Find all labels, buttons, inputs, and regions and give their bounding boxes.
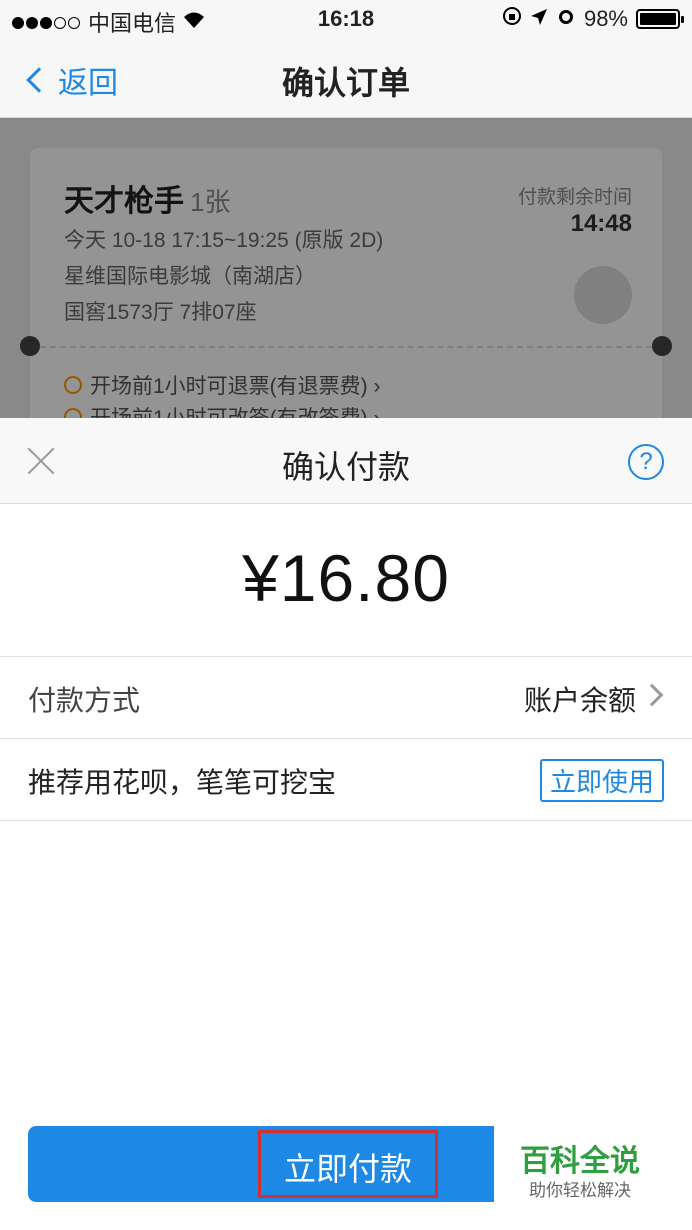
payment-amount: ¥16.80 xyxy=(242,541,450,615)
row-divider xyxy=(0,820,692,821)
pay-now-label: 立即付款 xyxy=(283,1151,412,1187)
battery-icon xyxy=(636,9,684,29)
use-now-button[interactable]: 立即使用 xyxy=(539,759,664,802)
location-arrow-icon xyxy=(530,6,548,32)
battery-percent: 98% xyxy=(583,6,628,31)
status-right: 98% xyxy=(502,6,684,32)
payment-method-label: 付款方式 xyxy=(28,685,141,716)
sheet-header: 确认付款 ? xyxy=(0,418,692,504)
payment-sheet: 确认付款 ? ¥16.80 付款方式 账户余额 推荐用花呗，笔笔可挖宝 立即使用 xyxy=(0,418,692,1230)
huabei-promo-row: 推荐用花呗，笔笔可挖宝 立即使用 xyxy=(0,738,692,820)
status-bar: 中国电信 16:18 98% xyxy=(0,0,692,40)
sheet-title: 确认付款 xyxy=(281,449,410,485)
help-icon[interactable]: ? xyxy=(628,444,664,480)
alarm-icon xyxy=(556,6,576,32)
rotation-lock-icon xyxy=(502,6,522,32)
promo-text: 推荐用花呗，笔笔可挖宝 xyxy=(28,767,337,798)
watermark-sub: 助你轻松解决 xyxy=(529,1181,631,1200)
nav-bar: 返回 确认订单 xyxy=(0,40,692,118)
chevron-right-icon xyxy=(640,683,664,707)
dim-overlay[interactable] xyxy=(0,118,692,418)
page-title: 确认订单 xyxy=(281,65,410,101)
watermark-main: 百科全说 xyxy=(520,1145,640,1178)
watermark-logo: 百科全说 助你轻松解决 xyxy=(494,1124,666,1204)
payment-method-value: 账户余额 xyxy=(523,685,636,716)
payment-method-row[interactable]: 付款方式 账户余额 xyxy=(0,656,692,738)
